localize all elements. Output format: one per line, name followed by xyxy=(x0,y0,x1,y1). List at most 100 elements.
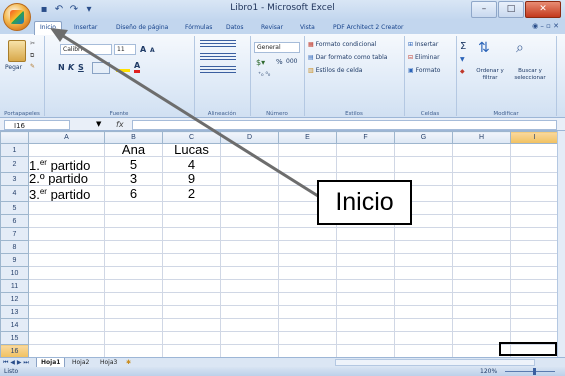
row-header[interactable]: 4 xyxy=(0,185,29,202)
autosum-button[interactable]: Σ xyxy=(460,41,466,52)
cell[interactable] xyxy=(336,143,395,157)
italic-button[interactable]: K xyxy=(68,63,74,72)
cell[interactable] xyxy=(336,344,395,358)
format-table-button[interactable]: ▤ Dar formato como tabla xyxy=(308,54,387,61)
cell[interactable] xyxy=(104,318,163,332)
cut-icon[interactable]: ✂ xyxy=(30,40,35,47)
cell[interactable] xyxy=(220,201,279,215)
name-box[interactable]: I16 xyxy=(4,120,70,130)
cell[interactable] xyxy=(104,279,163,293)
cell[interactable] xyxy=(394,227,453,241)
column-header-d[interactable]: D xyxy=(220,131,279,144)
row-header[interactable]: 2 xyxy=(0,156,29,173)
cell[interactable] xyxy=(394,292,453,306)
cell[interactable] xyxy=(162,227,221,241)
cell[interactable] xyxy=(278,331,337,345)
cell[interactable] xyxy=(104,240,163,254)
grow-font-button[interactable]: A xyxy=(140,45,146,54)
cell[interactable] xyxy=(510,172,559,186)
number-format-box[interactable]: General xyxy=(254,42,300,53)
cell[interactable] xyxy=(28,214,105,228)
cell[interactable] xyxy=(336,156,395,173)
paste-button[interactable]: Pegar xyxy=(5,64,22,71)
cell[interactable] xyxy=(220,143,279,157)
find-select-button[interactable]: Buscar y seleccionar xyxy=(508,68,552,82)
cell[interactable] xyxy=(278,143,337,157)
insert-sheet-icon[interactable]: ✱ xyxy=(126,358,131,367)
indent-icon[interactable] xyxy=(200,66,236,74)
cell[interactable] xyxy=(394,253,453,267)
cell[interactable] xyxy=(452,227,511,241)
worksheet-grid[interactable]: A B C D E F G H I 1 Ana Lucas 2 1.er par… xyxy=(0,131,559,358)
cell[interactable] xyxy=(452,253,511,267)
column-header-h[interactable]: H xyxy=(452,131,511,144)
fill-color-icon[interactable] xyxy=(116,62,130,72)
font-name-box[interactable]: Calibri xyxy=(60,44,112,55)
underline-button[interactable]: S xyxy=(78,63,84,72)
cell-c1[interactable]: Lucas xyxy=(162,143,221,157)
formula-input[interactable] xyxy=(132,120,557,130)
cell[interactable] xyxy=(104,344,163,358)
cell[interactable] xyxy=(278,266,337,280)
cell[interactable] xyxy=(220,266,279,280)
cell[interactable] xyxy=(162,214,221,228)
cell[interactable] xyxy=(220,279,279,293)
cell[interactable] xyxy=(104,201,163,215)
cell[interactable] xyxy=(452,143,511,157)
cell[interactable] xyxy=(278,292,337,306)
cell[interactable] xyxy=(510,143,559,157)
cell[interactable] xyxy=(510,305,559,319)
column-header-f[interactable]: F xyxy=(336,131,395,144)
cell-b1[interactable]: Ana xyxy=(104,143,163,157)
percent-button[interactable]: % xyxy=(276,58,283,66)
column-header-i[interactable]: I xyxy=(510,131,559,144)
cell[interactable] xyxy=(452,305,511,319)
increase-decimal-icon[interactable]: ⁺₀ ⁰₀ xyxy=(258,71,270,78)
row-header[interactable]: 13 xyxy=(0,305,29,319)
sort-filter-button[interactable]: Ordenar y filtrar xyxy=(474,68,506,82)
cell[interactable] xyxy=(104,214,163,228)
vertical-scrollbar[interactable] xyxy=(557,131,565,357)
cell[interactable] xyxy=(394,240,453,254)
bold-button[interactable]: N xyxy=(58,63,65,72)
cell[interactable] xyxy=(28,253,105,267)
cell[interactable] xyxy=(394,279,453,293)
cell[interactable] xyxy=(452,172,511,186)
cell[interactable] xyxy=(278,305,337,319)
cell[interactable] xyxy=(28,227,105,241)
cell[interactable] xyxy=(278,279,337,293)
cell-a4[interactable]: 3.er partido xyxy=(28,185,105,202)
conditional-format-button[interactable]: ▦ Formato condicional xyxy=(308,41,376,48)
select-all-corner[interactable] xyxy=(0,131,29,144)
cell-b2[interactable]: 5 xyxy=(104,156,163,173)
cell[interactable] xyxy=(104,292,163,306)
paste-icon[interactable] xyxy=(8,40,26,62)
cell[interactable] xyxy=(278,318,337,332)
cell-b4[interactable]: 6 xyxy=(104,185,163,202)
cell[interactable] xyxy=(220,172,279,186)
row-header[interactable]: 11 xyxy=(0,279,29,293)
cell[interactable] xyxy=(162,305,221,319)
cell[interactable] xyxy=(28,344,105,358)
tab-insertar[interactable]: Insertar xyxy=(74,22,97,34)
cell[interactable] xyxy=(336,253,395,267)
font-color-icon[interactable]: A xyxy=(134,61,141,73)
fill-icon[interactable]: ▼ xyxy=(460,56,465,63)
cell[interactable] xyxy=(220,156,279,173)
cell[interactable] xyxy=(394,266,453,280)
cell[interactable] xyxy=(162,331,221,345)
cell[interactable] xyxy=(28,266,105,280)
cell[interactable] xyxy=(336,266,395,280)
cell[interactable] xyxy=(510,292,559,306)
cell[interactable] xyxy=(220,185,279,202)
cell[interactable] xyxy=(510,318,559,332)
fx-icon[interactable]: fx xyxy=(116,120,124,129)
cell[interactable] xyxy=(452,292,511,306)
row-header[interactable]: 16 xyxy=(0,344,29,358)
cell[interactable] xyxy=(510,279,559,293)
cell[interactable] xyxy=(278,253,337,267)
column-header-a[interactable]: A xyxy=(28,131,105,144)
sort-filter-icon[interactable]: ⇅ xyxy=(478,40,490,56)
cell[interactable] xyxy=(336,240,395,254)
cell[interactable] xyxy=(220,227,279,241)
